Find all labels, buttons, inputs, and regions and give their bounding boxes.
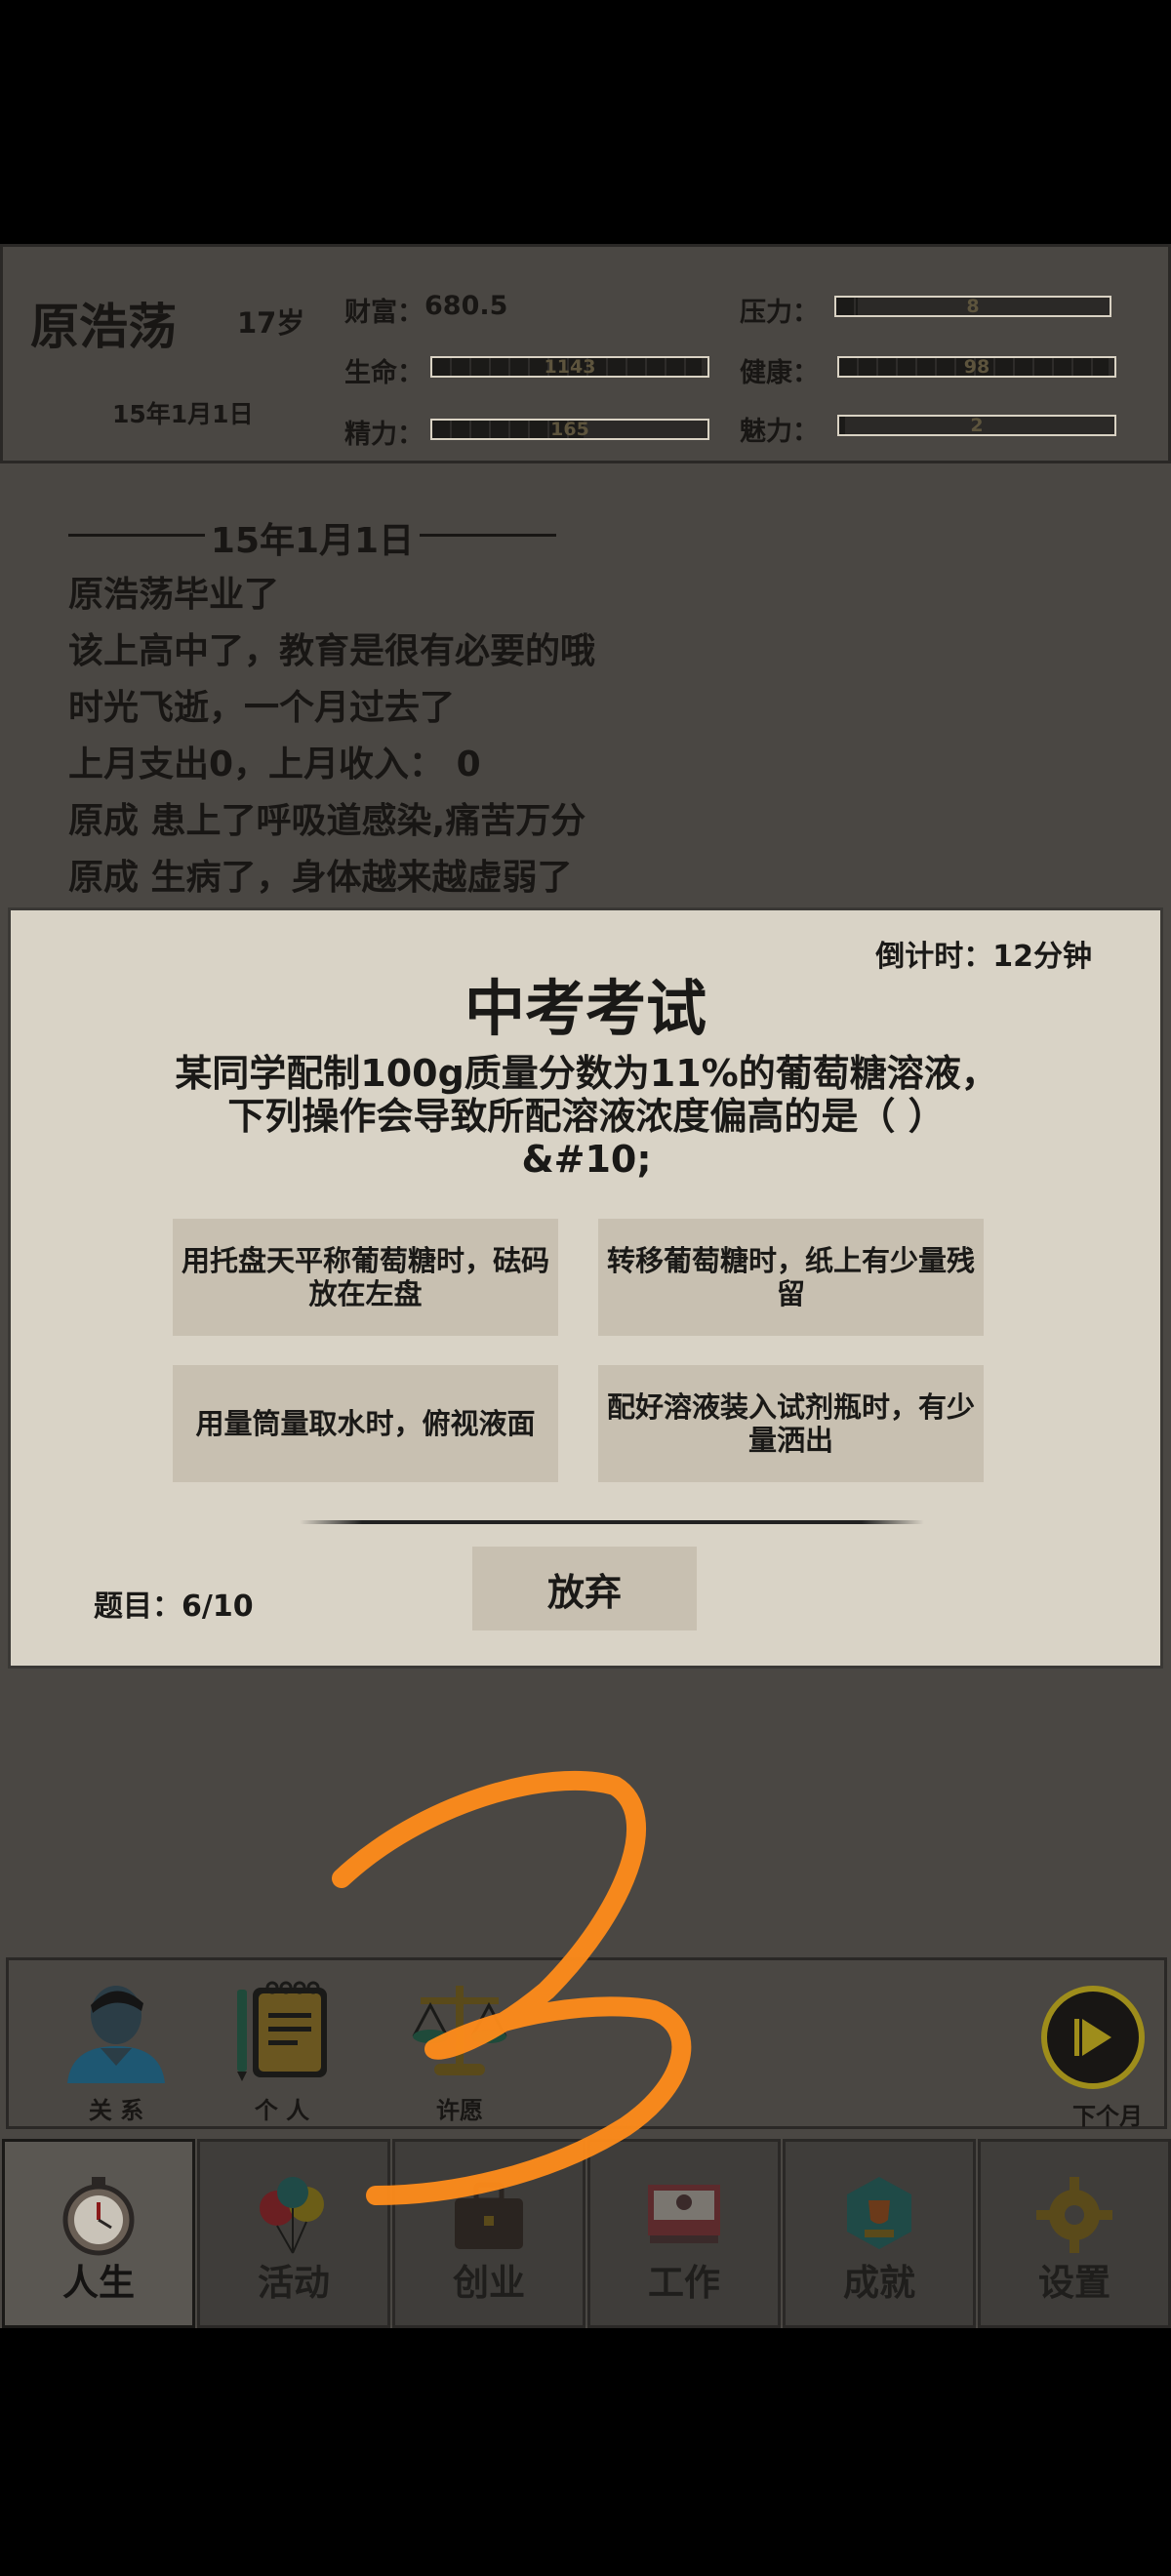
trophy-icon — [847, 2177, 911, 2249]
charm-label: 魅力： — [740, 417, 819, 447]
log-line: 上月支出0，上月收入： 0 — [68, 745, 481, 785]
exam-dialog: 倒计时：12分钟 中考考试 某同学配制100g质量分数为11%的葡萄糖溶液，下列… — [8, 907, 1163, 1669]
pressure-value: 8 — [966, 296, 980, 317]
life-bar: 1143 — [430, 356, 709, 378]
balloons-icon — [260, 2177, 324, 2254]
question-counter: 题目：6/10 — [94, 1590, 254, 1624]
log-line: 时光飞逝，一个月过去了 — [68, 688, 456, 728]
current-date: 15年1月1日 — [112, 400, 254, 428]
event-log: 15年1月1日 原浩荡毕业了 该上高中了，教育是很有必要的哦 时光飞逝，一个月过… — [0, 463, 1171, 2200]
relationship-button[interactable]: 关 系 — [48, 1976, 184, 2125]
health-label: 健康： — [740, 358, 819, 388]
personal-button[interactable]: 个 人 — [214, 1976, 350, 2125]
tab-activity-label: 活动 — [258, 2262, 330, 2304]
tab-achievement[interactable]: 成就 — [783, 2139, 976, 2328]
wish-button[interactable]: 许愿 — [391, 1976, 528, 2125]
notebook-icon — [237, 1981, 327, 2081]
charm-value: 2 — [970, 415, 984, 436]
log-line: 该上高中了，教育是很有必要的哦 — [68, 631, 596, 671]
wish-label: 许愿 — [436, 2097, 483, 2124]
player-age: 17岁 — [237, 306, 305, 340]
log-line: 原浩荡毕业了 — [68, 575, 280, 615]
exam-title: 中考考试 — [464, 973, 707, 1044]
stopwatch-icon — [62, 2177, 135, 2256]
health-value: 98 — [963, 356, 990, 378]
play-icon — [1074, 2019, 1111, 2056]
tab-work-label: 工作 — [648, 2262, 720, 2304]
life-label: 生命： — [344, 358, 424, 388]
tab-life-label: 人生 — [62, 2262, 135, 2304]
tab-achievement-label: 成就 — [843, 2262, 915, 2304]
tab-settings-label: 设置 — [1038, 2262, 1110, 2304]
life-value: 1143 — [544, 356, 596, 378]
charm-bar: 2 — [837, 415, 1116, 436]
answer-option-c[interactable]: 用量筒量取水时，俯视液面 — [173, 1365, 558, 1482]
scales-icon — [412, 1986, 507, 2075]
answer-option-d[interactable]: 配好溶液装入试剂瓶时，有少量洒出 — [598, 1365, 984, 1482]
briefcase-icon — [455, 2182, 523, 2249]
wealth-value: 680.5 — [424, 291, 508, 321]
answer-option-b[interactable]: 转移葡萄糖时，纸上有少量残留 — [598, 1219, 984, 1336]
log-line: 原成 患上了呼吸道感染,痛苦万分 — [68, 801, 586, 841]
pressure-bar: 8 — [834, 296, 1111, 317]
log-line: 原成 生病了，身体越来越虚弱了 — [68, 858, 573, 898]
stats-panel: 原浩荡 17岁 15年1月1日 财富： 680.5 生命： 1143 精力： 1… — [0, 244, 1171, 463]
energy-label: 精力： — [344, 420, 424, 450]
energy-value: 165 — [550, 419, 589, 440]
pressure-label: 压力： — [740, 298, 819, 328]
energy-bar: 165 — [430, 419, 709, 440]
game-screen: 原浩荡 17岁 15年1月1日 财富： 680.5 生命： 1143 精力： 1… — [0, 244, 1171, 2328]
health-bar: 98 — [837, 356, 1116, 378]
bottom-tab-bar: 人生 活动 创业 工作 成就 设置 — [0, 2139, 1171, 2328]
tab-work[interactable]: 工作 — [587, 2139, 781, 2328]
tab-business[interactable]: 创业 — [392, 2139, 586, 2328]
exam-question: 某同学配制100g质量分数为11%的葡萄糖溶液，下列操作会导致所配溶液浓度偏高的… — [175, 1052, 998, 1181]
computer-icon — [648, 2185, 720, 2243]
tab-activity[interactable]: 活动 — [197, 2139, 390, 2328]
divider — [300, 1520, 924, 1524]
answer-option-a[interactable]: 用托盘天平称葡萄糖时，砝码放在左盘 — [173, 1219, 558, 1336]
personal-label: 个 人 — [254, 2097, 310, 2124]
gear-icon — [1036, 2177, 1112, 2253]
log-date-header: 15年1月1日 — [68, 512, 556, 563]
tab-life[interactable]: 人生 — [2, 2139, 195, 2328]
wealth-label: 财富： — [344, 298, 424, 328]
tab-business-label: 创业 — [453, 2262, 525, 2304]
relationship-label: 关 系 — [88, 2097, 144, 2124]
next-month-button[interactable] — [1041, 1986, 1145, 2089]
person-icon — [67, 1986, 165, 2083]
quick-actions-bar: 关 系 个 人 许愿 下个月 — [6, 1957, 1167, 2130]
player-name: 原浩荡 — [30, 299, 177, 355]
tab-settings[interactable]: 设置 — [978, 2139, 1171, 2328]
next-month-label: 下个月 — [1072, 2103, 1143, 2130]
give-up-button[interactable]: 放弃 — [472, 1547, 697, 1630]
